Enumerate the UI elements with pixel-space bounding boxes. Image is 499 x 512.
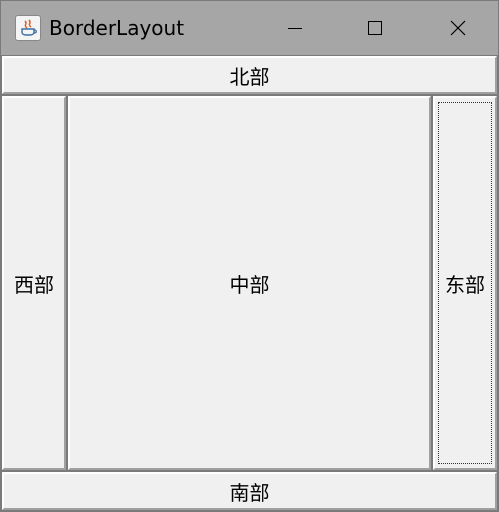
- close-icon: [450, 20, 466, 36]
- minimize-icon: [288, 28, 302, 29]
- west-button[interactable]: 西部: [1, 95, 67, 471]
- east-button-label: 东部: [445, 272, 485, 297]
- title-bar[interactable]: BorderLayout: [1, 1, 498, 55]
- window-title: BorderLayout: [49, 16, 185, 40]
- center-button-label: 中部: [229, 272, 270, 297]
- maximize-icon: [368, 21, 382, 35]
- app-window: BorderLayout 北部 西部 中部 东部 南部: [0, 0, 499, 512]
- north-button[interactable]: 北部: [1, 55, 498, 95]
- close-button[interactable]: [418, 1, 498, 55]
- center-button[interactable]: 中部: [67, 95, 432, 471]
- south-button[interactable]: 南部: [1, 471, 498, 511]
- east-button[interactable]: 东部: [432, 95, 498, 471]
- minimize-button[interactable]: [255, 1, 335, 55]
- south-button-label: 南部: [229, 480, 270, 505]
- maximize-button[interactable]: [335, 1, 415, 55]
- java-coffee-cup-icon[interactable]: [15, 15, 41, 41]
- west-button-label: 西部: [14, 272, 54, 297]
- north-button-label: 北部: [229, 64, 270, 89]
